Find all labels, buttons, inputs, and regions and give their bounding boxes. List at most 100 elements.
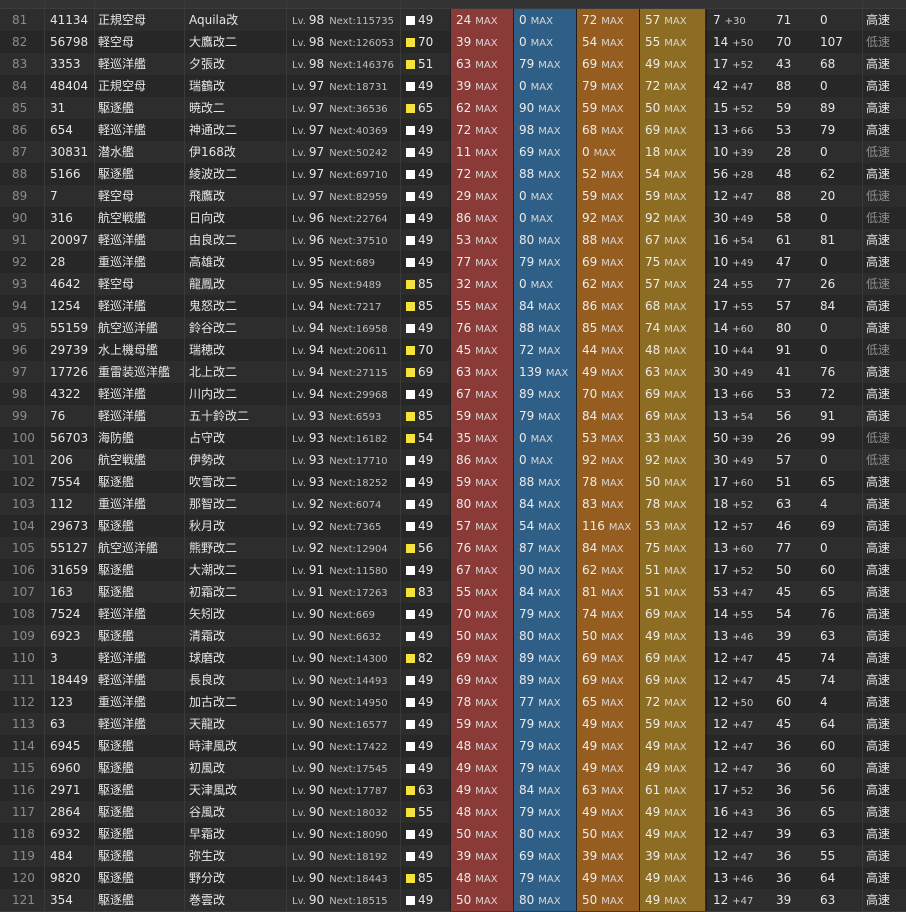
table-row[interactable]: 85 31 駆逐艦 暁改二 Lv. 97 Next:36536 65 62 MAX 90 MAX 59 M… bbox=[0, 97, 906, 120]
anti-air-cell: 70 MAX bbox=[576, 383, 639, 405]
table-row[interactable]: 82 56798 軽空母 大鷹改二 Lv. 98 Next:126053 70 39 MAX 0 MA… bbox=[0, 31, 906, 54]
luck-remaining: +47 bbox=[732, 830, 754, 841]
hp-value: 45 bbox=[776, 585, 792, 599]
next-exp: Next:14300 bbox=[329, 654, 388, 665]
table-row[interactable]: 86 654 軽巡洋艦 神通改二 Lv. 97 Next:40369 49 72 MAX 98 MAX… bbox=[0, 119, 906, 142]
firepower-cell: 49 MAX bbox=[450, 779, 513, 801]
armor-value: 72 bbox=[645, 79, 661, 93]
table-row[interactable]: 102 7554 駆逐艦 吹雪改二 Lv. 93 Next:18252 49 59 MAX 88 MA… bbox=[0, 471, 906, 494]
condition-indicator-icon bbox=[406, 280, 415, 289]
table-row[interactable]: 93 4642 軽空母 龍鳳改 Lv. 95 Next:9489 85 32 MAX 0 MAX 62 M… bbox=[0, 273, 906, 296]
condition-cell: 49 bbox=[400, 317, 450, 339]
table-row[interactable]: 112 123 重巡洋艦 加古改二 Lv. 90 Next:14950 49 78 MAX 77 MA… bbox=[0, 691, 906, 714]
row-number: 105 bbox=[12, 541, 35, 555]
row-number: 121 bbox=[12, 893, 35, 907]
armor-value: 72 bbox=[645, 695, 661, 709]
table-row[interactable]: 84 48404 正規空母 瑞鶴改 Lv. 97 Next:18731 49 39 MAX 0 MAX… bbox=[0, 75, 906, 98]
table-row[interactable]: 81 41134 正規空母 Aquila改 Lv. 98 Next:115735 49 24 MA… bbox=[0, 9, 906, 32]
luck-value: 16 bbox=[713, 805, 729, 819]
table-row[interactable]: 106 31659 駆逐艦 大潮改二 Lv. 91 Next:11580 49 67 MAX 90 M… bbox=[0, 559, 906, 582]
table-row[interactable]: 95 55159 航空巡洋艦 鈴谷改二 Lv. 94 Next:16958 49 76 MAX 88… bbox=[0, 317, 906, 340]
luck-remaining: +52 bbox=[732, 500, 754, 511]
max-label: MAX bbox=[601, 742, 624, 753]
table-row[interactable]: 116 2971 駆逐艦 天津風改 Lv. 90 Next:17787 63 49 MAX 84 MA… bbox=[0, 779, 906, 802]
firepower-cell: 77 MAX bbox=[450, 251, 513, 273]
table-row[interactable]: 110 3 軽巡洋艦 球磨改 Lv. 90 Next:14300 82 69 MAX 89 MAX 69… bbox=[0, 647, 906, 670]
table-row[interactable]: 115 6960 駆逐艦 初風改 Lv. 90 Next:17545 49 49 MAX 79 MAX… bbox=[0, 757, 906, 780]
condition-indicator-icon bbox=[406, 544, 415, 553]
ship-type: 航空巡洋艦 bbox=[98, 321, 159, 335]
torpedo-cell: 0 MAX bbox=[513, 207, 576, 229]
table-row[interactable]: 91 20097 軽巡洋艦 由良改二 Lv. 96 Next:37510 49 53 MAX 80 M… bbox=[0, 229, 906, 252]
ship-id: 206 bbox=[50, 453, 73, 467]
next-exp: Next:17710 bbox=[329, 456, 388, 467]
luck-cell: 15 +52 bbox=[706, 97, 770, 119]
max-label: MAX bbox=[475, 38, 498, 49]
table-row[interactable]: 100 56703 海防艦 占守改 Lv. 93 Next:16182 54 35 MAX 0 MAX… bbox=[0, 427, 906, 450]
table-row[interactable]: 107 163 駆逐艦 初霜改二 Lv. 91 Next:17263 83 55 MAX 84 MAX… bbox=[0, 581, 906, 604]
table-row[interactable]: 92 28 重巡洋艦 高雄改 Lv. 95 Next:689 49 77 MAX 79 MAX 69 MA… bbox=[0, 251, 906, 274]
table-row[interactable]: 99 76 軽巡洋艦 五十鈴改二 Lv. 93 Next:6593 85 59 MAX 79 MAX 8… bbox=[0, 405, 906, 428]
ship-name: 神通改二 bbox=[189, 123, 238, 137]
ship-id: 6923 bbox=[50, 629, 81, 643]
luck-cell: 17 +55 bbox=[706, 295, 770, 317]
anti-air-cell: 63 MAX bbox=[576, 779, 639, 801]
luck-cell: 56 +28 bbox=[706, 163, 770, 185]
max-label: MAX bbox=[601, 324, 624, 335]
condition-value: 56 bbox=[418, 541, 434, 555]
max-label: MAX bbox=[475, 720, 498, 731]
table-row[interactable]: 94 1254 軽巡洋艦 鬼怒改二 Lv. 94 Next:7217 85 55 MAX 84 MAX… bbox=[0, 295, 906, 318]
condition-indicator-icon bbox=[406, 676, 415, 685]
max-label: MAX bbox=[538, 786, 561, 797]
torpedo-cell: 79 MAX bbox=[513, 735, 576, 757]
table-row[interactable]: 87 30831 潜水艦 伊168改 Lv. 97 Next:50242 49 11 MAX 69 M… bbox=[0, 141, 906, 164]
table-row[interactable]: 113 63 軽巡洋艦 天龍改 Lv. 90 Next:16577 49 59 MAX 79 MAX 4… bbox=[0, 713, 906, 736]
table-row[interactable]: 117 2864 駆逐艦 谷風改 Lv. 90 Next:18032 55 48 MAX 79 MAX… bbox=[0, 801, 906, 824]
luck-value: 13 bbox=[713, 409, 729, 423]
level-cell: Lv. 95 Next:689 bbox=[286, 251, 400, 273]
armor-cell: 72 MAX bbox=[639, 691, 705, 713]
table-row[interactable]: 111 18449 軽巡洋艦 長良改 Lv. 90 Next:14493 49 69 MAX 89 M… bbox=[0, 669, 906, 692]
table-row[interactable]: 89 7 軽空母 飛鷹改 Lv. 97 Next:82959 49 29 MAX 0 MAX 59 MAX… bbox=[0, 185, 906, 208]
level-prefix: Lv. bbox=[292, 522, 306, 533]
max-label: MAX bbox=[475, 16, 498, 27]
ship-id: 29739 bbox=[50, 343, 89, 357]
torpedo-value: 80 bbox=[519, 233, 535, 247]
torpedo-cell: 69 MAX bbox=[513, 845, 576, 867]
table-row[interactable]: 120 9820 駆逐艦 野分改 Lv. 90 Next:18443 85 48 MAX 79 MAX… bbox=[0, 867, 906, 890]
row-number: 83 bbox=[12, 57, 28, 71]
torpedo-cell: 79 MAX bbox=[513, 603, 576, 625]
max-label: MAX bbox=[664, 764, 687, 775]
table-row[interactable]: 119 484 駆逐艦 弥生改 Lv. 90 Next:18192 49 39 MAX 69 MAX 3… bbox=[0, 845, 906, 868]
torpedo-value: 79 bbox=[519, 57, 535, 71]
level-value: 94 bbox=[308, 343, 325, 357]
table-row[interactable]: 109 6923 駆逐艦 清霜改 Lv. 90 Next:6632 49 50 MAX 80 MAX 5… bbox=[0, 625, 906, 648]
condition-indicator-icon bbox=[406, 258, 415, 267]
table-row[interactable]: 88 5166 駆逐艦 綾波改二 Lv. 97 Next:69710 49 72 MAX 88 MAX… bbox=[0, 163, 906, 186]
table-row[interactable]: 97 17726 重雷装巡洋艦 北上改二 Lv. 94 Next:27115 69 63 MAX 1… bbox=[0, 361, 906, 384]
level-cell: Lv. 90 Next:17545 bbox=[286, 757, 400, 779]
condition-cell: 85 bbox=[400, 295, 450, 317]
ship-id: 18449 bbox=[50, 673, 89, 687]
table-row[interactable]: 121 354 駆逐艦 巻雲改 Lv. 90 Next:18515 49 50 MAX 80 MAX 5… bbox=[0, 889, 906, 912]
table-row[interactable]: 103 112 重巡洋艦 那智改二 Lv. 92 Next:6074 49 80 MAX 84 MAX… bbox=[0, 493, 906, 516]
table-row[interactable]: 83 3353 軽巡洋艦 夕張改 Lv. 98 Next:146376 51 63 MAX 79 MA… bbox=[0, 53, 906, 76]
level-prefix: Lv. bbox=[292, 830, 306, 841]
next-exp: Next:18731 bbox=[329, 82, 388, 93]
level-value: 90 bbox=[308, 629, 325, 643]
table-row[interactable]: 96 29739 水上機母艦 瑞穂改 Lv. 94 Next:20611 70 45 MAX 72 M… bbox=[0, 339, 906, 362]
condition-cell: 69 bbox=[400, 361, 450, 383]
row-number: 89 bbox=[12, 189, 28, 203]
table-row[interactable]: 118 6932 駆逐艦 早霜改 Lv. 90 Next:18090 49 50 MAX 80 MAX… bbox=[0, 823, 906, 846]
table-row[interactable]: 101 206 航空戦艦 伊勢改 Lv. 93 Next:17710 49 86 MAX 0 MAX 9… bbox=[0, 449, 906, 472]
table-row[interactable]: 104 29673 駆逐艦 秋月改 Lv. 92 Next:7365 49 57 MAX 54 MAX… bbox=[0, 515, 906, 538]
table-row[interactable]: 108 7524 軽巡洋艦 矢矧改 Lv. 90 Next:669 49 70 MAX 79 MAX 7… bbox=[0, 603, 906, 626]
table-row[interactable]: 105 55127 航空巡洋艦 熊野改二 Lv. 92 Next:12904 56 76 MAX 8… bbox=[0, 537, 906, 560]
level-value: 90 bbox=[308, 717, 325, 731]
table-row[interactable]: 114 6945 駆逐艦 時津風改 Lv. 90 Next:17422 49 48 MAX 79 MA… bbox=[0, 735, 906, 758]
table-row[interactable]: 90 316 航空戦艦 日向改 Lv. 96 Next:22764 49 86 MAX 0 MAX 92… bbox=[0, 207, 906, 230]
max-label: MAX bbox=[601, 632, 624, 643]
table-row[interactable]: 98 4322 軽巡洋艦 川内改二 Lv. 94 Next:29968 49 67 MAX 89 MA… bbox=[0, 383, 906, 406]
condition-value: 49 bbox=[418, 145, 434, 159]
armor-value: 57 bbox=[645, 13, 661, 27]
